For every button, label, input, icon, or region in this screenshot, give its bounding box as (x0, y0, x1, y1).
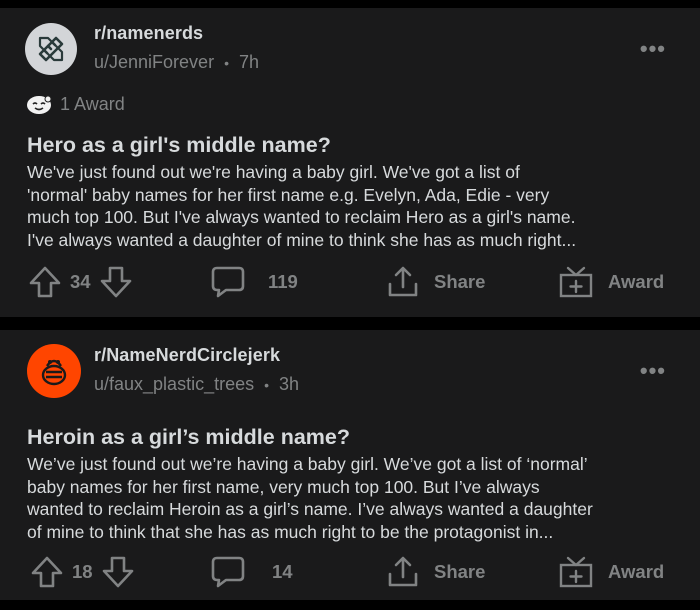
post-title[interactable]: Heroin as a girl’s middle name? (27, 425, 350, 450)
post-body[interactable]: We've just found out we're having a baby… (27, 161, 677, 251)
post-card-2[interactable]: r/NameNerdCirclejerk u/faux_plastic_tree… (0, 330, 700, 600)
snoo-icon (41, 359, 67, 386)
more-options-icon[interactable]: ••• (640, 358, 666, 384)
body-line: much top 100. But I've always wanted to … (27, 207, 576, 227)
meta-separator: • (224, 55, 229, 71)
comments-button[interactable]: 14 (210, 555, 293, 589)
post-divider (0, 317, 700, 330)
body-line: We've just found out we're having a baby… (27, 162, 520, 182)
vote-group: 34 (28, 265, 133, 299)
share-label: Share (434, 561, 486, 582)
bottom-gap (0, 600, 700, 610)
award-button[interactable]: Award (558, 555, 664, 589)
body-line: wanted to reclaim Heroin as a girl’s nam… (27, 499, 593, 519)
top-gap (0, 0, 700, 8)
pencil-ruler-icon (38, 36, 64, 62)
subreddit-avatar[interactable] (25, 23, 77, 75)
subreddit-avatar[interactable] (27, 344, 81, 398)
share-button[interactable]: Share (386, 265, 485, 299)
award-face-icon (27, 95, 52, 114)
comment-count: 14 (272, 561, 293, 582)
subreddit-name[interactable]: r/NameNerdCirclejerk (94, 345, 280, 366)
share-button[interactable]: Share (386, 555, 485, 589)
post-actions: 34 119 Share Award (0, 263, 700, 303)
comment-icon (211, 266, 245, 298)
share-icon (388, 556, 418, 587)
body-line: I've always wanted a daughter of mine to… (27, 229, 577, 250)
gift-icon (559, 266, 593, 298)
vote-count: 34 (70, 271, 91, 292)
upvote-icon[interactable] (28, 265, 62, 299)
more-options-icon[interactable]: ••• (640, 36, 666, 62)
post-title[interactable]: Hero as a girl's middle name? (27, 133, 331, 158)
share-icon (388, 266, 418, 297)
post-body[interactable]: We’ve just found out we’re having a baby… (27, 453, 677, 543)
share-label: Share (434, 271, 486, 292)
award-button[interactable]: Award (558, 265, 664, 299)
username[interactable]: u/faux_plastic_trees (94, 374, 254, 394)
comments-button[interactable]: 119 (210, 265, 298, 299)
body-line: 'normal' baby names for her first name e… (27, 184, 550, 205)
downvote-icon[interactable] (101, 555, 135, 589)
comment-icon (211, 556, 245, 588)
award-count: 1 Award (60, 93, 125, 114)
post-meta: u/faux_plastic_trees • 3h (94, 374, 299, 395)
post-time: 3h (279, 374, 300, 394)
body-line: We’ve just found out we’re having a baby… (27, 454, 588, 474)
body-line: of mine to think that she has as much ri… (27, 521, 554, 542)
gift-icon (559, 556, 593, 588)
post-actions: 18 14 Share Award (0, 555, 700, 595)
username[interactable]: u/JenniForever (94, 52, 214, 72)
award-label: Award (608, 271, 665, 292)
vote-group: 18 (30, 555, 135, 589)
meta-separator: • (264, 377, 270, 393)
post-card-1[interactable]: r/namenerds u/JenniForever • 7h ••• 1 Aw… (0, 8, 700, 317)
body-line: baby names for her first name, very much… (27, 476, 540, 497)
post-time: 7h (239, 52, 260, 72)
vote-count: 18 (72, 561, 93, 582)
award-label: Award (608, 561, 665, 582)
upvote-icon[interactable] (30, 555, 64, 589)
post-meta: u/JenniForever • 7h (94, 52, 259, 73)
award-badge[interactable]: 1 Award (26, 93, 125, 115)
comment-count: 119 (268, 271, 298, 292)
subreddit-name[interactable]: r/namenerds (94, 23, 203, 44)
downvote-icon[interactable] (99, 265, 133, 299)
